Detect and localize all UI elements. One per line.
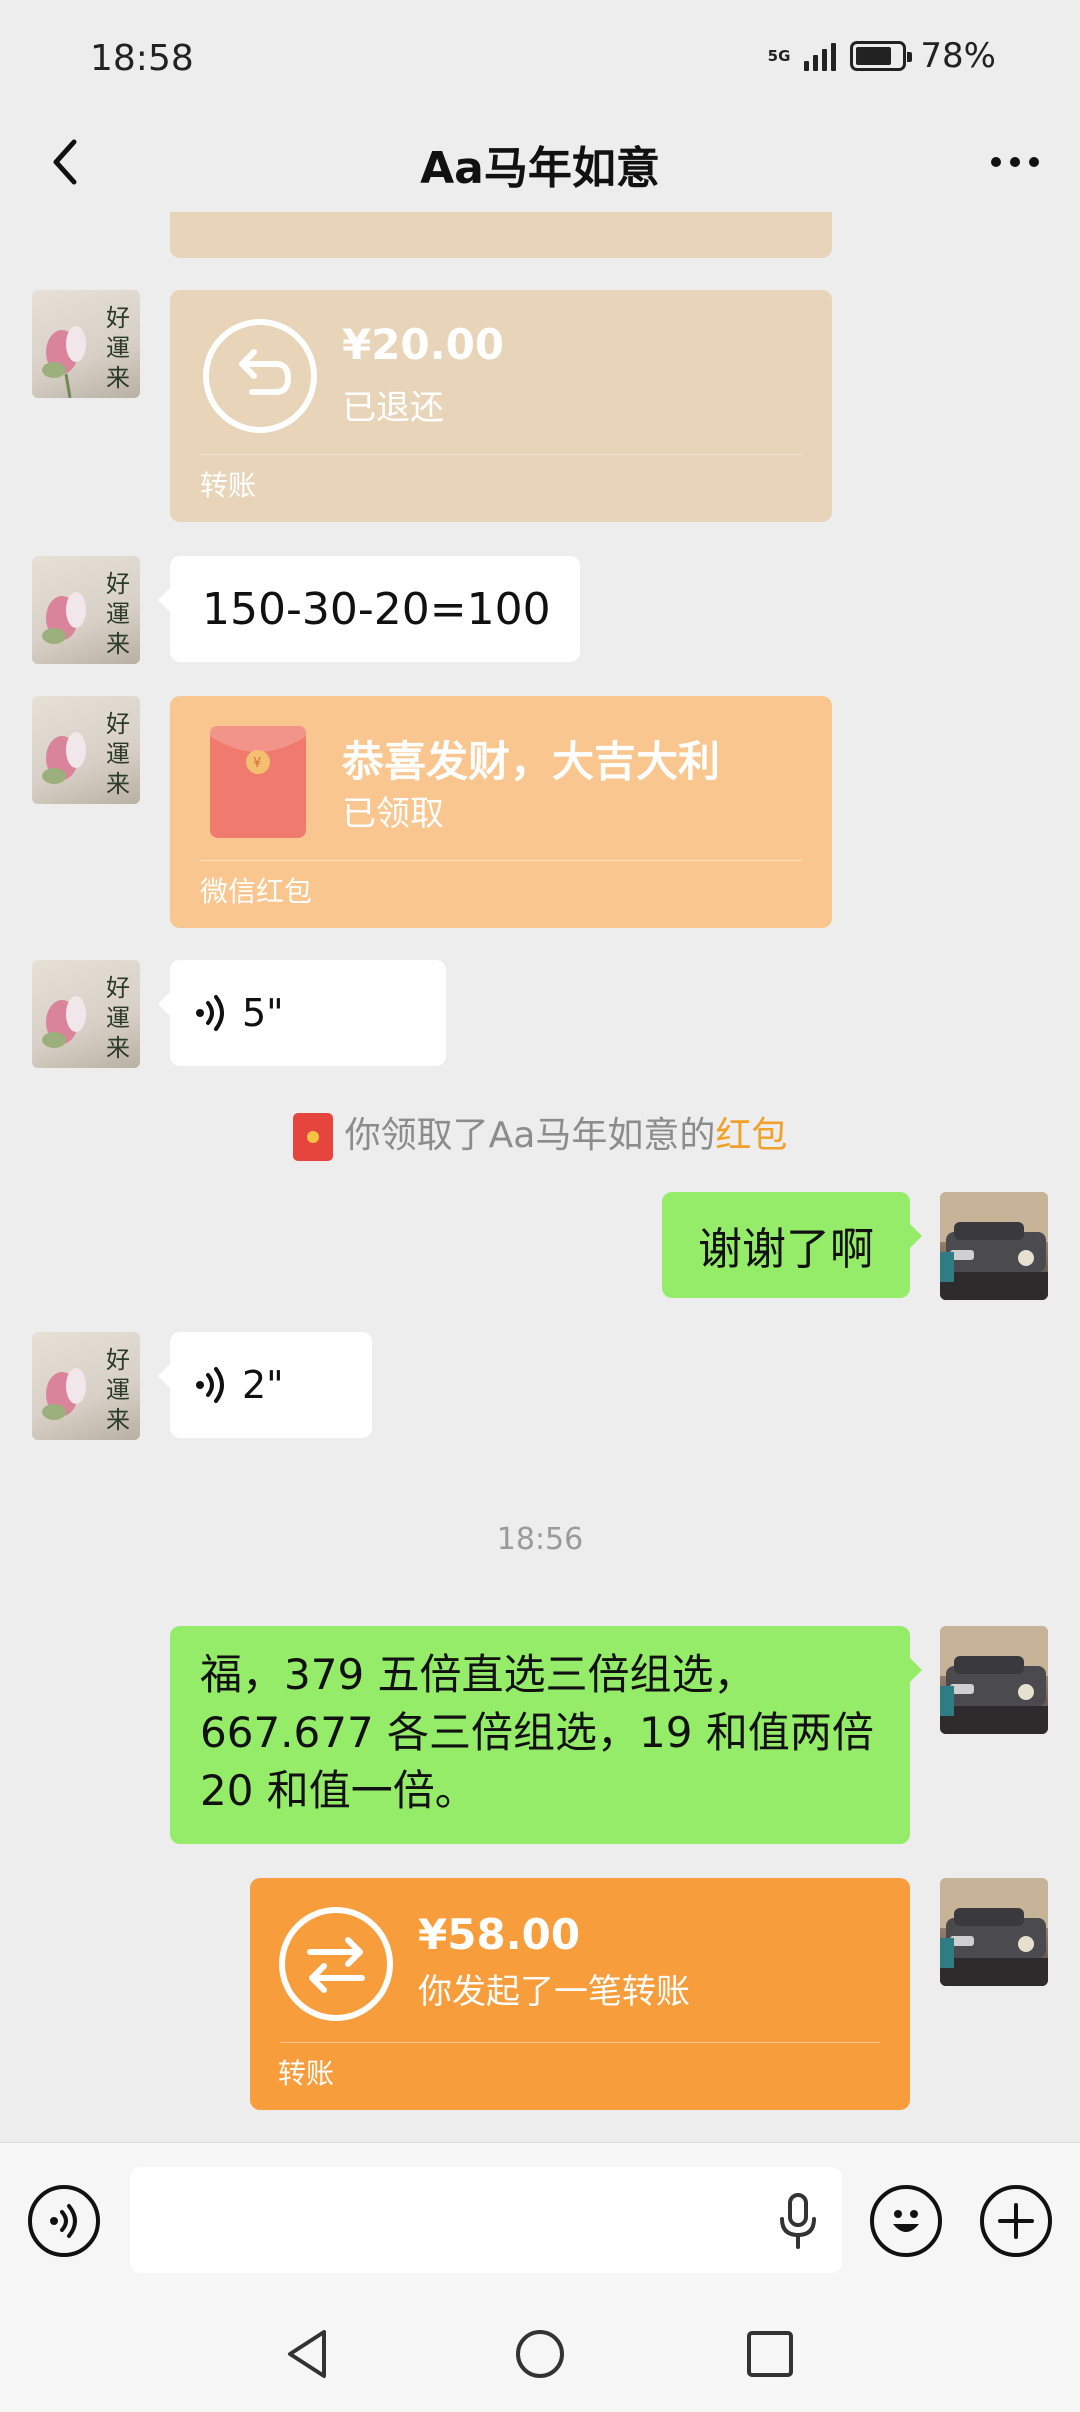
flower-avatar-art: 好 運 来 xyxy=(42,974,130,1062)
text-message[interactable]: 150-30-20=100 xyxy=(158,556,580,662)
svg-text:来: 来 xyxy=(106,770,130,798)
battery-percent: 78% xyxy=(920,36,996,76)
message-text: 150-30-20=100 xyxy=(202,583,551,635)
svg-text:運: 運 xyxy=(106,740,130,768)
network-5g-icon: 5G xyxy=(767,47,791,65)
plus-icon[interactable] xyxy=(980,2185,1052,2257)
more-dots-icon[interactable] xyxy=(980,134,1050,190)
my-text-message[interactable]: 谢谢了啊 xyxy=(662,1192,922,1298)
voice-icon[interactable] xyxy=(28,2185,100,2257)
transfer-status: 你发起了一笔转账 xyxy=(418,1972,690,2012)
red-packet-icon: ¥ xyxy=(210,726,306,838)
transfer-sent-card[interactable]: ¥58.00 你发起了一笔转账 转账 xyxy=(250,1878,910,2110)
flower-avatar-art: 好 運 来 xyxy=(42,1346,130,1434)
transfer-footer: 转账 xyxy=(200,469,257,502)
flower-avatar-art: 好 運 来 xyxy=(42,304,130,398)
voice-wave-icon xyxy=(196,1367,224,1403)
voice-duration: 2" xyxy=(242,1363,284,1407)
status-icons: 5G 78% xyxy=(768,36,996,76)
avatar[interactable]: 好 運 来 xyxy=(32,556,140,664)
avatar[interactable]: 好 運 来 xyxy=(32,960,140,1068)
system-nav-bar xyxy=(0,2300,1080,2412)
red-packet-link[interactable]: 红包 xyxy=(715,1115,787,1156)
svg-text:運: 運 xyxy=(106,600,130,628)
flower-avatar-art: 好 運 来 xyxy=(42,570,130,658)
red-packet-small-icon xyxy=(292,1113,333,1161)
square-recents-icon[interactable] xyxy=(744,2328,796,2380)
emoji-icon[interactable] xyxy=(870,2185,942,2257)
chat-header: Aa马年如意 xyxy=(0,120,1080,206)
flower-avatar-art: 好 運 来 xyxy=(42,710,130,798)
signal-icon xyxy=(804,41,837,71)
svg-text:来: 来 xyxy=(106,1034,130,1062)
status-bar: 18:58 5G 78% xyxy=(0,0,1080,120)
voice-message[interactable]: 5" xyxy=(158,960,446,1066)
svg-text:運: 運 xyxy=(106,1004,130,1032)
svg-text:来: 来 xyxy=(106,630,130,658)
svg-text:好: 好 xyxy=(106,304,130,332)
red-packet-footer: 微信红包 xyxy=(200,875,313,908)
battery-icon xyxy=(850,41,913,71)
transfer-amount: ¥58.00 xyxy=(418,1910,581,1959)
avatar[interactable]: 好 運 来 xyxy=(32,290,140,398)
svg-text:好: 好 xyxy=(106,710,130,738)
car-avatar-art xyxy=(940,1626,1048,1734)
my-avatar[interactable] xyxy=(940,1878,1048,1986)
triangle-back-icon[interactable] xyxy=(282,2326,332,2382)
system-note-text: 你领取了Aa马年如意的 xyxy=(344,1115,716,1156)
svg-text:来: 来 xyxy=(106,1406,130,1434)
transfer-returned-card[interactable]: ¥20.00 已退还 转账 xyxy=(170,290,832,522)
message-text: 谢谢了啊 xyxy=(698,1224,874,1275)
my-avatar[interactable] xyxy=(940,1192,1048,1300)
svg-text:好: 好 xyxy=(106,570,130,598)
input-bar xyxy=(0,2142,1080,2300)
divider xyxy=(200,454,802,455)
divider xyxy=(280,2042,880,2043)
car-avatar-art xyxy=(940,1192,1048,1300)
microphone-icon[interactable] xyxy=(778,2193,818,2249)
partial-card[interactable] xyxy=(170,212,832,258)
voice-wave-icon xyxy=(196,995,224,1031)
voice-duration: 5" xyxy=(242,991,284,1035)
message-text: 福，379 五倍直选三倍组选，667.677 各三倍组选，19 和值两倍20 和… xyxy=(200,1650,874,1815)
avatar[interactable]: 好 運 来 xyxy=(32,1332,140,1440)
timestamp: 18:56 xyxy=(496,1522,584,1557)
return-arrow-icon xyxy=(203,319,317,433)
circle-home-icon[interactable] xyxy=(512,2326,568,2382)
svg-text:来: 来 xyxy=(106,364,130,392)
red-packet-card[interactable]: ¥ 恭喜发财，大吉大利 已领取 微信红包 xyxy=(170,696,832,928)
transfer-status: 已退还 xyxy=(342,388,444,428)
svg-text:運: 運 xyxy=(106,334,130,362)
svg-text:運: 運 xyxy=(106,1376,130,1404)
transfer-amount: ¥20.00 xyxy=(342,320,505,369)
avatar[interactable]: 好 運 来 xyxy=(32,696,140,804)
svg-text:好: 好 xyxy=(106,1346,130,1374)
svg-text:¥: ¥ xyxy=(253,756,261,771)
battery-level xyxy=(856,47,891,65)
chat-title: Aa马年如意 xyxy=(420,143,660,194)
system-note: 你领取了Aa马年如意的红包 xyxy=(0,1106,1080,1161)
red-packet-title: 恭喜发财，大吉大利 xyxy=(342,737,721,786)
car-avatar-art xyxy=(940,1878,1048,1986)
transfer-arrows-icon xyxy=(279,1907,393,2021)
status-time: 18:58 xyxy=(90,38,194,79)
my-text-message[interactable]: 福，379 五倍直选三倍组选，667.677 各三倍组选，19 和值两倍20 和… xyxy=(170,1626,922,1844)
red-packet-status: 已领取 xyxy=(342,794,444,834)
voice-message[interactable]: 2" xyxy=(158,1332,372,1438)
svg-text:好: 好 xyxy=(106,974,130,1002)
transfer-footer: 转账 xyxy=(278,2057,335,2090)
message-input[interactable] xyxy=(130,2167,842,2273)
my-avatar[interactable] xyxy=(940,1626,1048,1734)
divider xyxy=(200,860,802,861)
